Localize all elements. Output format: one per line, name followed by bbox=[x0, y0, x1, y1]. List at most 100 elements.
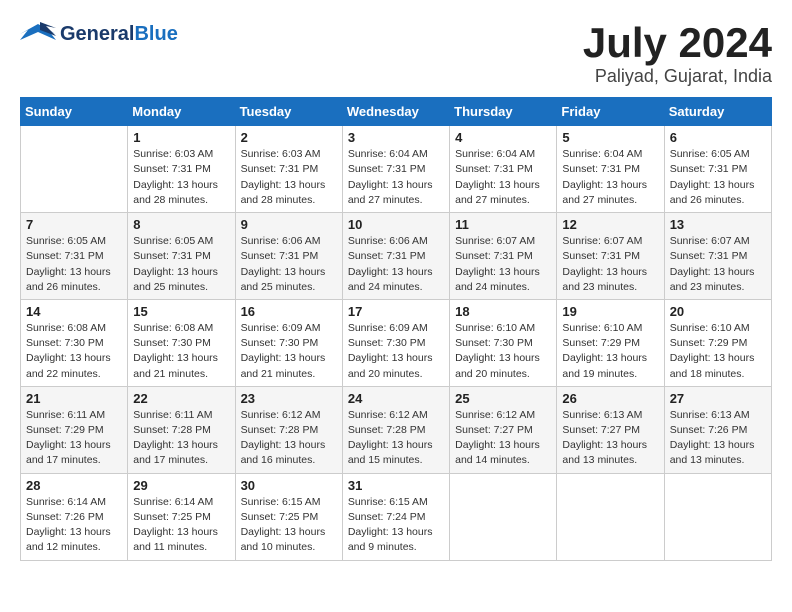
day-cell: 15 Sunrise: 6:08 AMSunset: 7:30 PMDayligh… bbox=[128, 299, 235, 386]
day-cell: 29 Sunrise: 6:14 AMSunset: 7:25 PMDayligh… bbox=[128, 473, 235, 560]
day-number: 22 bbox=[133, 391, 229, 406]
day-info: Sunrise: 6:03 AMSunset: 7:31 PMDaylight:… bbox=[241, 147, 337, 208]
header-day-saturday: Saturday bbox=[664, 98, 771, 126]
day-info: Sunrise: 6:11 AMSunset: 7:29 PMDaylight:… bbox=[26, 408, 122, 469]
day-number: 1 bbox=[133, 130, 229, 145]
day-info: Sunrise: 6:08 AMSunset: 7:30 PMDaylight:… bbox=[26, 321, 122, 382]
day-cell: 24 Sunrise: 6:12 AMSunset: 7:28 PMDayligh… bbox=[342, 386, 449, 473]
header: GeneralBlue July 2024 Paliyad, Gujarat, … bbox=[20, 20, 772, 87]
day-info: Sunrise: 6:15 AMSunset: 7:24 PMDaylight:… bbox=[348, 495, 444, 556]
day-info: Sunrise: 6:08 AMSunset: 7:30 PMDaylight:… bbox=[133, 321, 229, 382]
day-number: 24 bbox=[348, 391, 444, 406]
day-number: 12 bbox=[562, 217, 658, 232]
day-cell: 16 Sunrise: 6:09 AMSunset: 7:30 PMDayligh… bbox=[235, 299, 342, 386]
day-cell: 3 Sunrise: 6:04 AMSunset: 7:31 PMDaylight… bbox=[342, 126, 449, 213]
day-number: 28 bbox=[26, 478, 122, 493]
day-cell: 28Sunrise: 6:14 AMSunset: 7:26 PMDayligh… bbox=[21, 473, 128, 560]
day-number: 5 bbox=[562, 130, 658, 145]
week-row-5: 28Sunrise: 6:14 AMSunset: 7:26 PMDayligh… bbox=[21, 473, 772, 560]
day-cell: 1 Sunrise: 6:03 AMSunset: 7:31 PMDaylight… bbox=[128, 126, 235, 213]
day-number: 16 bbox=[241, 304, 337, 319]
month-title: July 2024 bbox=[583, 20, 772, 66]
day-cell: 18Sunrise: 6:10 AMSunset: 7:30 PMDayligh… bbox=[450, 299, 557, 386]
calendar-body: 1 Sunrise: 6:03 AMSunset: 7:31 PMDaylight… bbox=[21, 126, 772, 560]
day-number: 15 bbox=[133, 304, 229, 319]
day-cell: 30 Sunrise: 6:15 AMSunset: 7:25 PMDayligh… bbox=[235, 473, 342, 560]
day-cell: 26 Sunrise: 6:13 AMSunset: 7:27 PMDayligh… bbox=[557, 386, 664, 473]
day-info: Sunrise: 6:07 AMSunset: 7:31 PMDaylight:… bbox=[670, 234, 766, 295]
day-info: Sunrise: 6:12 AMSunset: 7:27 PMDaylight:… bbox=[455, 408, 551, 469]
day-number: 30 bbox=[241, 478, 337, 493]
day-info: Sunrise: 6:03 AMSunset: 7:31 PMDaylight:… bbox=[133, 147, 229, 208]
day-cell: 23Sunrise: 6:12 AMSunset: 7:28 PMDayligh… bbox=[235, 386, 342, 473]
day-number: 19 bbox=[562, 304, 658, 319]
week-row-4: 21 Sunrise: 6:11 AMSunset: 7:29 PMDayligh… bbox=[21, 386, 772, 473]
day-info: Sunrise: 6:09 AMSunset: 7:30 PMDaylight:… bbox=[348, 321, 444, 382]
logo: GeneralBlue bbox=[20, 20, 178, 48]
day-cell: 13Sunrise: 6:07 AMSunset: 7:31 PMDayligh… bbox=[664, 213, 771, 300]
day-number: 10 bbox=[348, 217, 444, 232]
header-day-thursday: Thursday bbox=[450, 98, 557, 126]
location-title: Paliyad, Gujarat, India bbox=[583, 66, 772, 87]
day-info: Sunrise: 6:13 AMSunset: 7:26 PMDaylight:… bbox=[670, 408, 766, 469]
day-cell: 8 Sunrise: 6:05 AMSunset: 7:31 PMDaylight… bbox=[128, 213, 235, 300]
logo-general-text: General bbox=[60, 23, 134, 45]
day-cell: 20Sunrise: 6:10 AMSunset: 7:29 PMDayligh… bbox=[664, 299, 771, 386]
day-info: Sunrise: 6:12 AMSunset: 7:28 PMDaylight:… bbox=[348, 408, 444, 469]
day-info: Sunrise: 6:04 AMSunset: 7:31 PMDaylight:… bbox=[455, 147, 551, 208]
day-info: Sunrise: 6:07 AMSunset: 7:31 PMDaylight:… bbox=[455, 234, 551, 295]
day-number: 20 bbox=[670, 304, 766, 319]
day-cell: 11 Sunrise: 6:07 AMSunset: 7:31 PMDayligh… bbox=[450, 213, 557, 300]
day-info: Sunrise: 6:10 AMSunset: 7:29 PMDaylight:… bbox=[562, 321, 658, 382]
day-number: 8 bbox=[133, 217, 229, 232]
day-cell bbox=[557, 473, 664, 560]
day-number: 26 bbox=[562, 391, 658, 406]
calendar-table: SundayMondayTuesdayWednesdayThursdayFrid… bbox=[20, 97, 772, 560]
day-info: Sunrise: 6:06 AMSunset: 7:31 PMDaylight:… bbox=[241, 234, 337, 295]
day-cell: 9Sunrise: 6:06 AMSunset: 7:31 PMDaylight… bbox=[235, 213, 342, 300]
day-number: 29 bbox=[133, 478, 229, 493]
day-info: Sunrise: 6:12 AMSunset: 7:28 PMDaylight:… bbox=[241, 408, 337, 469]
day-number: 4 bbox=[455, 130, 551, 145]
week-row-2: 7 Sunrise: 6:05 AMSunset: 7:31 PMDaylight… bbox=[21, 213, 772, 300]
day-number: 2 bbox=[241, 130, 337, 145]
day-cell: 27Sunrise: 6:13 AMSunset: 7:26 PMDayligh… bbox=[664, 386, 771, 473]
day-info: Sunrise: 6:07 AMSunset: 7:31 PMDaylight:… bbox=[562, 234, 658, 295]
calendar-header: SundayMondayTuesdayWednesdayThursdayFrid… bbox=[21, 98, 772, 126]
header-row: SundayMondayTuesdayWednesdayThursdayFrid… bbox=[21, 98, 772, 126]
header-day-monday: Monday bbox=[128, 98, 235, 126]
day-info: Sunrise: 6:04 AMSunset: 7:31 PMDaylight:… bbox=[348, 147, 444, 208]
day-info: Sunrise: 6:06 AMSunset: 7:31 PMDaylight:… bbox=[348, 234, 444, 295]
day-info: Sunrise: 6:04 AMSunset: 7:31 PMDaylight:… bbox=[562, 147, 658, 208]
day-number: 3 bbox=[348, 130, 444, 145]
logo-blue-text: Blue bbox=[134, 23, 177, 45]
day-cell bbox=[21, 126, 128, 213]
day-info: Sunrise: 6:10 AMSunset: 7:30 PMDaylight:… bbox=[455, 321, 551, 382]
day-info: Sunrise: 6:15 AMSunset: 7:25 PMDaylight:… bbox=[241, 495, 337, 556]
title-area: July 2024 Paliyad, Gujarat, India bbox=[583, 20, 772, 87]
day-cell: 7Sunrise: 6:05 AMSunset: 7:31 PMDaylight… bbox=[21, 213, 128, 300]
day-cell: 5 Sunrise: 6:04 AMSunset: 7:31 PMDaylight… bbox=[557, 126, 664, 213]
day-info: Sunrise: 6:14 AMSunset: 7:25 PMDaylight:… bbox=[133, 495, 229, 556]
day-cell: 6Sunrise: 6:05 AMSunset: 7:31 PMDaylight… bbox=[664, 126, 771, 213]
day-cell: 14Sunrise: 6:08 AMSunset: 7:30 PMDayligh… bbox=[21, 299, 128, 386]
header-day-friday: Friday bbox=[557, 98, 664, 126]
day-number: 6 bbox=[670, 130, 766, 145]
day-number: 21 bbox=[26, 391, 122, 406]
day-number: 11 bbox=[455, 217, 551, 232]
logo-icon bbox=[20, 20, 56, 48]
day-info: Sunrise: 6:09 AMSunset: 7:30 PMDaylight:… bbox=[241, 321, 337, 382]
week-row-1: 1 Sunrise: 6:03 AMSunset: 7:31 PMDaylight… bbox=[21, 126, 772, 213]
day-info: Sunrise: 6:05 AMSunset: 7:31 PMDaylight:… bbox=[133, 234, 229, 295]
day-cell: 2 Sunrise: 6:03 AMSunset: 7:31 PMDaylight… bbox=[235, 126, 342, 213]
day-cell: 12 Sunrise: 6:07 AMSunset: 7:31 PMDayligh… bbox=[557, 213, 664, 300]
day-info: Sunrise: 6:13 AMSunset: 7:27 PMDaylight:… bbox=[562, 408, 658, 469]
header-day-sunday: Sunday bbox=[21, 98, 128, 126]
day-cell: 25 Sunrise: 6:12 AMSunset: 7:27 PMDayligh… bbox=[450, 386, 557, 473]
day-cell: 21 Sunrise: 6:11 AMSunset: 7:29 PMDayligh… bbox=[21, 386, 128, 473]
day-info: Sunrise: 6:11 AMSunset: 7:28 PMDaylight:… bbox=[133, 408, 229, 469]
week-row-3: 14Sunrise: 6:08 AMSunset: 7:30 PMDayligh… bbox=[21, 299, 772, 386]
day-number: 25 bbox=[455, 391, 551, 406]
day-number: 7 bbox=[26, 217, 122, 232]
day-cell bbox=[450, 473, 557, 560]
